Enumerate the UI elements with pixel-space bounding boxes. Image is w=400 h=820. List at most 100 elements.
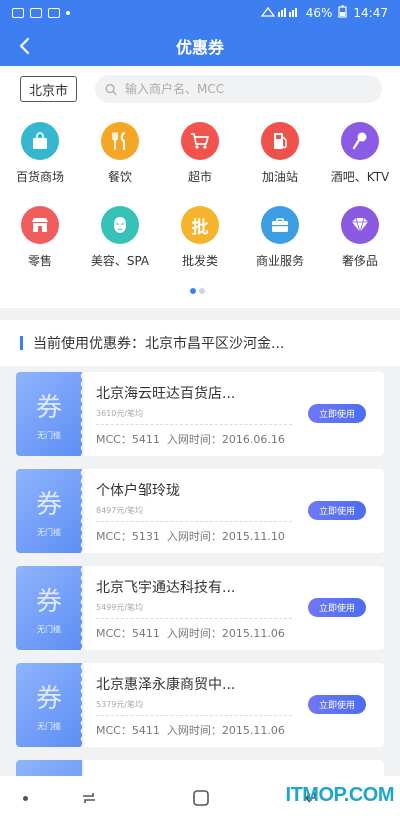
category-label: 美容、SPA <box>90 254 150 268</box>
average-amount: 5499元/笔均 <box>96 603 144 612</box>
coupon-meta: MCC：5411 入网时间：2015.11.06 <box>96 722 285 738</box>
use-now-button[interactable]: 立即使用 <box>308 404 366 423</box>
back-button[interactable] <box>10 32 38 60</box>
category-label: 酒吧、KTV <box>330 170 390 184</box>
message-icon <box>48 8 60 18</box>
category-gas-station[interactable]: 加油站 <box>240 122 320 202</box>
divider <box>96 715 292 716</box>
coupon-card[interactable]: 券 无门槛 北京海云旺达百货店... 3610元/笔均 MCC：5411 入网时… <box>16 372 384 456</box>
dot-icon <box>22 795 28 801</box>
store-icon <box>21 206 59 244</box>
coupon-body: 北京海云旺达百货店... 3610元/笔均 MCC：5411 入网时间：2016… <box>84 372 384 456</box>
gallery-icon <box>12 8 24 18</box>
coupon-stub-title: 券 <box>35 587 62 617</box>
signal-icon <box>260 6 300 21</box>
coupon-card[interactable]: 券 无门槛 北京飞宇通达科技有... 5499元/笔均 MCC：5411 入网时… <box>16 566 384 650</box>
accent-bar <box>20 336 23 350</box>
category-label: 奢侈品 <box>341 254 378 268</box>
coupon-stub-subtitle: 无门槛 <box>37 625 61 634</box>
nav-bar: 优惠券 <box>0 26 400 66</box>
page-indicator <box>190 288 205 294</box>
fork-knife-icon <box>101 122 139 160</box>
city-selector[interactable]: 北京市 <box>20 76 78 102</box>
category-label: 超市 <box>187 170 212 184</box>
category-label: 零售 <box>27 254 52 268</box>
category-label: 商业服务 <box>255 254 304 268</box>
coupon-body: 北京飞宇通达科技有... 5499元/笔均 MCC：5411 入网时间：2015… <box>84 566 384 650</box>
merchant-name: 个体户邹玲珑 <box>96 483 180 499</box>
status-bar: 46% 14:47 <box>0 0 400 26</box>
mcc-code: MCC：5131 <box>96 530 160 543</box>
coupon-meta: MCC：5411 入网时间：2015.11.06 <box>96 625 285 641</box>
coupon-stub: 券 无门槛 <box>16 469 82 553</box>
current-coupon-bar[interactable]: 当前使用优惠券：北京市昌平区沙河金... <box>0 320 400 366</box>
page-dot-active[interactable] <box>190 288 196 294</box>
coupon-stub-title: 券 <box>35 490 62 520</box>
shopping-bag-icon <box>21 122 59 160</box>
battery-icon <box>338 5 348 21</box>
recents-button[interactable] <box>76 786 102 810</box>
search-icon <box>105 83 117 95</box>
coupon-stub: 券 无门槛 <box>16 566 82 650</box>
category-business-service[interactable]: 商业服务 <box>240 206 320 286</box>
join-date: 入网时间：2015.11.06 <box>166 627 285 640</box>
wholesale-glyph: 批 <box>191 217 209 238</box>
coupon-stub-subtitle: 无门槛 <box>37 431 61 440</box>
use-now-button[interactable]: 立即使用 <box>308 695 366 714</box>
category-label: 餐饮 <box>107 170 132 184</box>
nav-dot-button[interactable] <box>12 786 38 810</box>
home-icon <box>193 790 209 806</box>
face-mask-icon <box>101 206 139 244</box>
category-department-store[interactable]: 百货商场 <box>0 122 80 202</box>
category-label: 加油站 <box>261 170 298 184</box>
category-wholesale[interactable]: 批 批发类 <box>160 206 240 286</box>
coupon-stub: 券 无门槛 <box>16 372 82 456</box>
coupon-card[interactable]: 券 无门槛 北京惠泽永康商贸中... 5379元/笔均 MCC：5411 入网时… <box>16 663 384 747</box>
briefcase-icon <box>261 206 299 244</box>
coupon-card[interactable]: 券 无门槛 个体户邹玲珑 8497元/笔均 MCC：5131 入网时间：2015… <box>16 469 384 553</box>
average-amount: 8497元/笔均 <box>96 506 144 515</box>
chevron-left-icon <box>19 37 30 55</box>
page-dot[interactable] <box>199 288 205 294</box>
average-amount: 3610元/笔均 <box>96 409 144 418</box>
mcc-code: MCC：5411 <box>96 627 160 640</box>
category-grid: 百货商场 餐饮 超市 加油站 酒吧、KTV 零售 美容、SPA 批 批发类 商业… <box>0 112 400 308</box>
home-button[interactable] <box>188 786 214 810</box>
category-retail[interactable]: 零售 <box>0 206 80 286</box>
clock: 14:47 <box>353 6 388 20</box>
recents-icon <box>83 793 95 803</box>
coupon-body: 个体户邹玲珑 8497元/笔均 MCC：5131 入网时间：2015.11.10… <box>84 469 384 553</box>
use-now-button[interactable]: 立即使用 <box>308 598 366 617</box>
join-date: 入网时间：2016.06.16 <box>166 433 285 446</box>
mcc-code: MCC：5411 <box>96 433 160 446</box>
current-coupon-text: 当前使用优惠券：北京市昌平区沙河金... <box>33 336 285 352</box>
mcc-code: MCC：5411 <box>96 724 160 737</box>
wechat-icon <box>30 8 42 18</box>
divider <box>96 618 292 619</box>
category-beauty-spa[interactable]: 美容、SPA <box>80 206 160 286</box>
notification-dot-icon <box>66 11 70 15</box>
battery-level: 46% <box>305 6 333 20</box>
merchant-name: 北京海云旺达百货店... <box>96 386 236 402</box>
search-box[interactable] <box>95 75 382 103</box>
coupon-stub-subtitle: 无门槛 <box>37 528 61 537</box>
category-luxury[interactable]: 奢侈品 <box>320 206 400 286</box>
category-supermarket[interactable]: 超市 <box>160 122 240 202</box>
page-title: 优惠券 <box>175 38 224 57</box>
merchant-name: 北京飞宇通达科技有... <box>96 580 236 596</box>
microphone-icon <box>341 122 379 160</box>
use-now-button[interactable]: 立即使用 <box>308 501 366 520</box>
cart-icon <box>181 122 219 160</box>
coupon-stub: 券 无门槛 <box>16 663 82 747</box>
join-date: 入网时间：2015.11.10 <box>166 530 285 543</box>
coupon-body: 北京惠泽永康商贸中... 5379元/笔均 MCC：5411 入网时间：2015… <box>84 663 384 747</box>
coupon-meta: MCC：5131 入网时间：2015.11.10 <box>96 528 285 544</box>
coupon-stub-title: 券 <box>35 684 62 714</box>
search-input[interactable] <box>125 82 372 96</box>
diamond-icon <box>341 206 379 244</box>
category-dining[interactable]: 餐饮 <box>80 122 160 202</box>
search-row: 北京市 <box>0 66 400 112</box>
merchant-name: 北京惠泽永康商贸中... <box>96 677 236 693</box>
divider <box>96 521 292 522</box>
category-bar-ktv[interactable]: 酒吧、KTV <box>320 122 400 202</box>
